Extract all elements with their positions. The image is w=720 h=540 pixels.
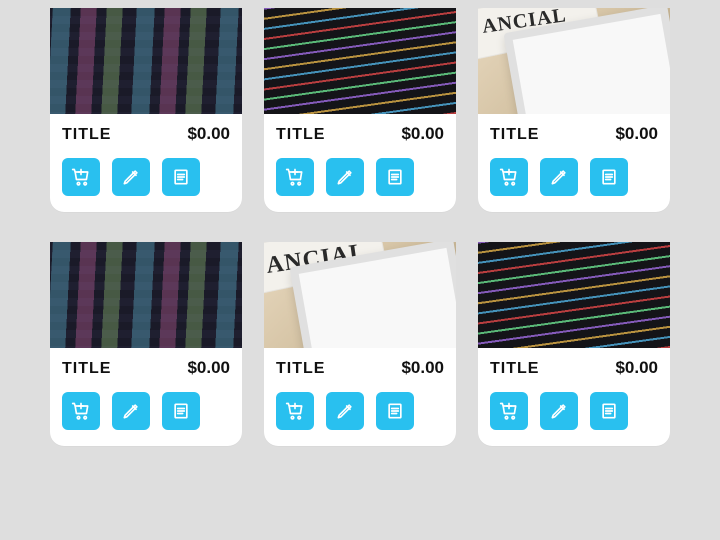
product-price: $0.00 [401,124,444,144]
product-thumbnail [50,8,242,114]
product-title: TITLE [490,126,539,144]
add-to-cart-button[interactable] [62,392,100,430]
cart-icon [71,167,91,187]
product-meta: TITLE $0.00 [264,348,456,384]
product-card: TITLE $0.00 [50,8,242,212]
cart-icon [499,167,519,187]
add-to-cart-button[interactable] [490,392,528,430]
product-price: $0.00 [187,124,230,144]
product-thumbnail [264,8,456,114]
product-title: TITLE [490,360,539,378]
product-price: $0.00 [187,358,230,378]
pencil-icon [121,401,141,421]
details-button[interactable] [162,392,200,430]
document-icon [171,401,191,421]
newspaper-headline: ANCIAL [265,242,368,280]
edit-button[interactable] [326,392,364,430]
details-button[interactable] [162,158,200,196]
details-button[interactable] [376,158,414,196]
add-to-cart-button[interactable] [276,158,314,196]
product-grid: TITLE $0.00 TITLE [50,8,670,446]
details-button[interactable] [590,158,628,196]
product-card: TITLE $0.00 [264,8,456,212]
product-actions [264,384,456,446]
product-price: $0.00 [615,358,658,378]
document-icon [599,167,619,187]
product-title: TITLE [62,360,111,378]
product-meta: TITLE $0.00 [478,114,670,150]
cart-icon [499,401,519,421]
cart-icon [71,401,91,421]
product-card: TITLE $0.00 [50,242,242,446]
document-icon [385,167,405,187]
product-actions [264,150,456,212]
product-meta: TITLE $0.00 [264,114,456,150]
details-button[interactable] [590,392,628,430]
product-title: TITLE [276,126,325,144]
pencil-icon [121,167,141,187]
edit-button[interactable] [112,158,150,196]
pencil-icon [549,167,569,187]
cart-icon [285,167,305,187]
pencil-icon [549,401,569,421]
pencil-icon [335,401,355,421]
product-thumbnail: ANCIAL [264,242,456,348]
document-icon [385,401,405,421]
cart-icon [285,401,305,421]
product-actions [50,384,242,446]
edit-button[interactable] [540,158,578,196]
details-button[interactable] [376,392,414,430]
add-to-cart-button[interactable] [490,158,528,196]
product-actions [478,384,670,446]
product-price: $0.00 [615,124,658,144]
product-actions [50,150,242,212]
edit-button[interactable] [326,158,364,196]
product-actions [478,150,670,212]
product-thumbnail [50,242,242,348]
pencil-icon [335,167,355,187]
newspaper-headline: ANCIAL [481,8,568,39]
product-thumbnail: ANCIAL [478,8,670,114]
product-title: TITLE [62,126,111,144]
product-meta: TITLE $0.00 [50,114,242,150]
product-meta: TITLE $0.00 [50,348,242,384]
edit-button[interactable] [112,392,150,430]
edit-button[interactable] [540,392,578,430]
add-to-cart-button[interactable] [62,158,100,196]
product-card: ANCIAL TITLE $0.00 [478,8,670,212]
product-thumbnail [478,242,670,348]
product-card: ANCIAL TITLE $0.00 [264,242,456,446]
product-card: TITLE $0.00 [478,242,670,446]
product-title: TITLE [276,360,325,378]
product-meta: TITLE $0.00 [478,348,670,384]
document-icon [599,401,619,421]
document-icon [171,167,191,187]
add-to-cart-button[interactable] [276,392,314,430]
product-price: $0.00 [401,358,444,378]
